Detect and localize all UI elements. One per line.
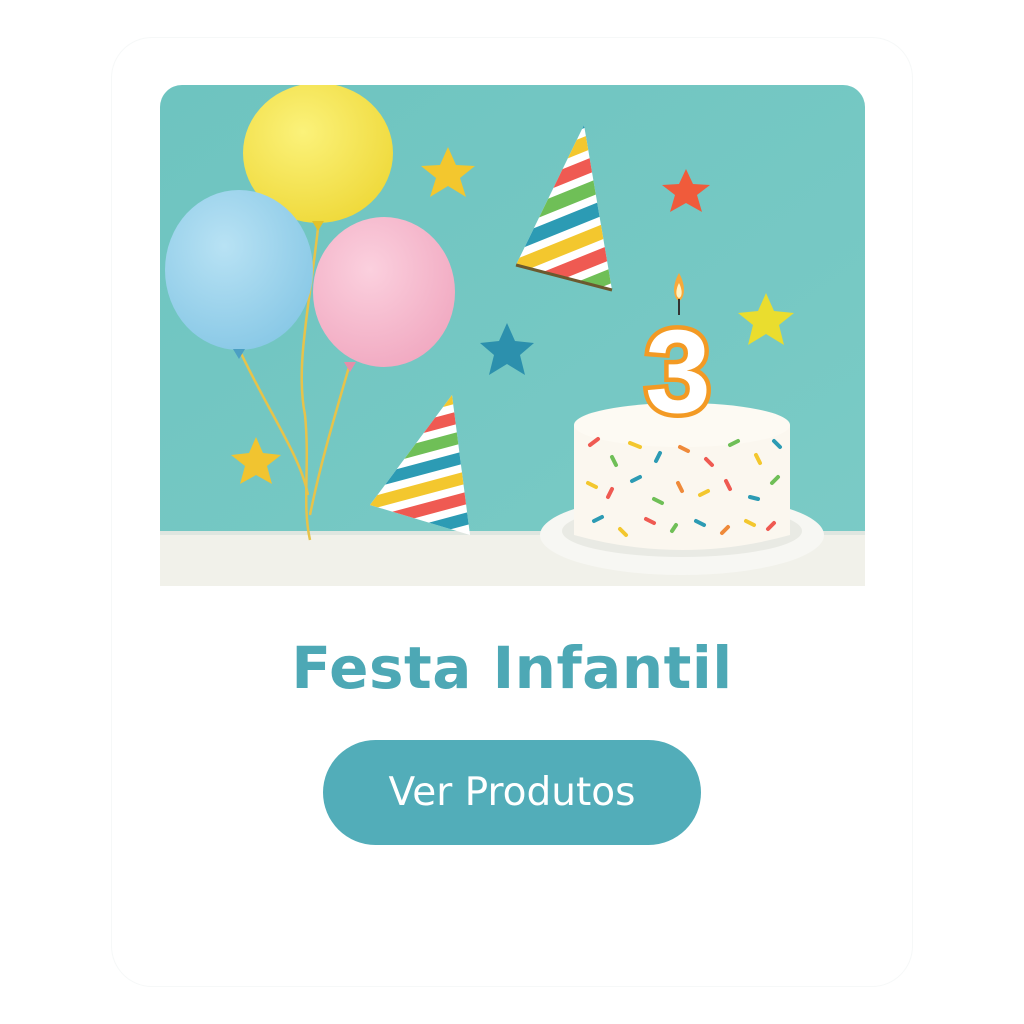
category-title: Festa Infantil [291,634,733,702]
candle-number-text: 3 [645,306,711,438]
view-products-button[interactable]: Ver Produtos [323,740,701,845]
hero-image: 3 [160,85,865,586]
party-illustration: 3 [160,85,865,586]
page: 3 Festa Infantil Ver Produtos [0,0,1024,1024]
